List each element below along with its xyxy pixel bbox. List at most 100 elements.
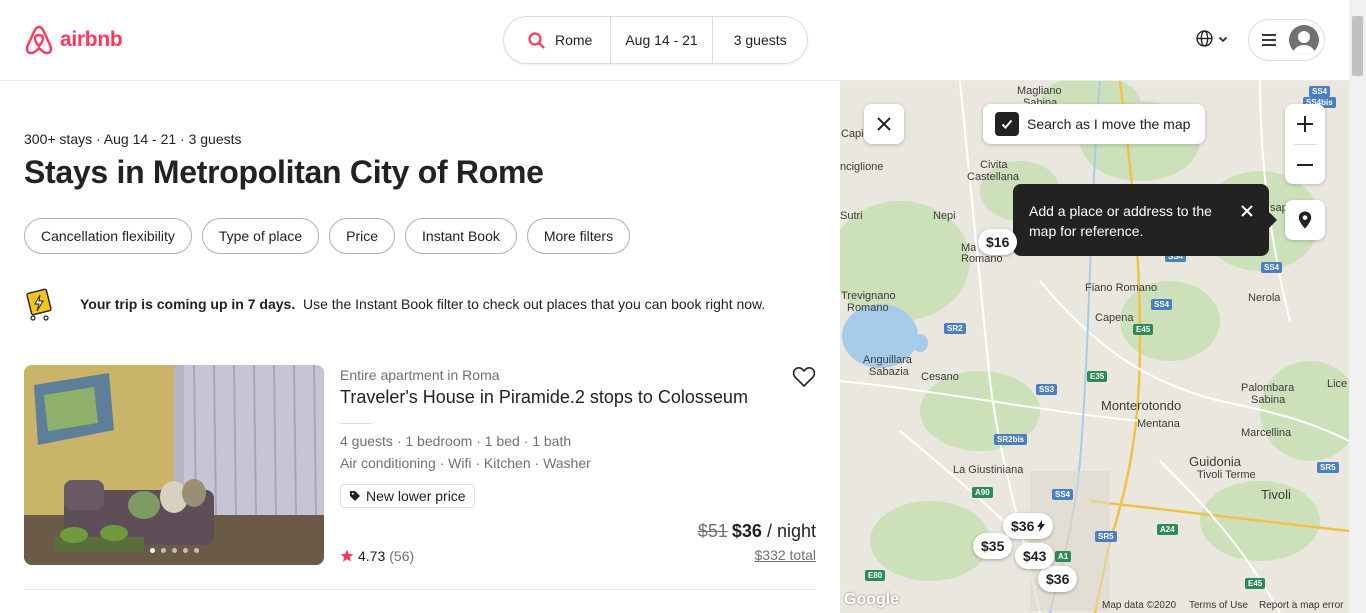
language-button[interactable]	[1196, 30, 1229, 47]
close-icon	[877, 117, 891, 131]
road-badge: SR5	[1317, 462, 1339, 473]
filter-bar: Cancellation flexibility Type of place P…	[24, 218, 640, 254]
listing-card[interactable]: Entire apartment in Roma Traveler's Hous…	[24, 365, 816, 565]
user-menu-button[interactable]	[1248, 19, 1325, 61]
map-price-text: $36	[1046, 571, 1070, 587]
map-panel[interactable]: Magliano Sabina Civita Castellana Capi n…	[840, 81, 1349, 613]
map-pin-icon	[1298, 211, 1312, 229]
map-label: Mentana	[1137, 418, 1180, 430]
road-badge: E35	[1087, 371, 1108, 382]
map-price-pin[interactable]: $43	[1015, 543, 1055, 569]
logo-text: airbnb	[60, 28, 123, 51]
map-data-credit: Map data ©2020	[1102, 600, 1177, 611]
map-price-pin[interactable]: $16	[978, 229, 1018, 255]
add-place-button[interactable]	[1285, 200, 1325, 240]
listing-rating: 4.73 (56)	[340, 548, 414, 564]
map-price-pin[interactable]: $36	[1003, 513, 1054, 539]
search-location[interactable]: Rome	[504, 16, 610, 64]
photo-dot[interactable]	[194, 548, 199, 553]
map-terms-link[interactable]: Terms of Use	[1189, 600, 1248, 611]
avatar-icon	[1289, 25, 1319, 55]
tooltip-close-icon[interactable]	[1241, 202, 1253, 222]
search-location-text: Rome	[555, 32, 593, 48]
road-badge: E45	[1245, 578, 1266, 589]
photo-dot[interactable]	[172, 548, 177, 553]
map-label: Tivoli Terme	[1197, 469, 1256, 481]
map-label: Civita	[980, 159, 1008, 171]
price-tag-badge: New lower price	[340, 484, 475, 508]
map-label: Cesano	[921, 371, 959, 383]
airbnb-logo-icon	[25, 25, 53, 55]
search-dates[interactable]: Aug 14 - 21	[609, 16, 713, 64]
photo-dot[interactable]	[150, 548, 155, 553]
map-label: Nerola	[1248, 292, 1281, 304]
trip-banner: Your trip is coming up in 7 days. Use th…	[24, 286, 816, 322]
zoom-controls	[1285, 104, 1325, 184]
close-map-button[interactable]	[864, 104, 904, 144]
map-report-link[interactable]: Report a map error	[1259, 600, 1343, 611]
page-scrollbar[interactable]	[1349, 0, 1366, 613]
search-as-move-toggle[interactable]: Search as I move the map	[983, 104, 1205, 144]
chevron-down-icon	[1218, 36, 1228, 42]
road-badge: E45	[1133, 324, 1154, 335]
map-label: Capi	[841, 128, 864, 140]
photo-dot[interactable]	[183, 548, 188, 553]
review-count: (56)	[389, 548, 415, 564]
trip-banner-bold: Your trip is coming up in 7 days.	[80, 296, 296, 312]
road-badge: A1	[1055, 551, 1072, 562]
listing-separator	[24, 589, 816, 590]
filter-cancellation[interactable]: Cancellation flexibility	[24, 218, 192, 254]
road-badge: A24	[1157, 524, 1178, 535]
map-label: Guidonia	[1189, 454, 1242, 469]
map-label: Fiano Romano	[1085, 282, 1158, 294]
listing-price: $51 $36 / night	[698, 521, 816, 542]
menu-icon	[1262, 34, 1276, 46]
trip-banner-body: Use the Instant Book filter to check out…	[303, 296, 766, 312]
minus-icon	[1297, 164, 1313, 166]
airbnb-logo[interactable]: airbnb	[24, 24, 123, 56]
listing-details: 4 guests · 1 bedroom · 1 bed · 1 bath	[340, 433, 572, 449]
star-icon	[340, 549, 354, 562]
map-price-text: $16	[986, 234, 1010, 250]
map-label: Trevignano	[841, 290, 896, 302]
listing-divider	[340, 423, 372, 424]
road-badge: SS4	[1261, 262, 1283, 273]
listing-title[interactable]: Traveler's House in Piramide.2 stops to …	[340, 387, 748, 408]
road-badge: SR2bis	[994, 434, 1028, 445]
checkbox-checked-icon[interactable]	[995, 112, 1019, 136]
road-badge: SR2	[944, 323, 966, 334]
map-label: Nepi	[933, 210, 956, 222]
road-badge: SS4	[1151, 299, 1173, 310]
map-price-text: $36	[1011, 518, 1035, 534]
filter-price[interactable]: Price	[329, 218, 396, 254]
per-night: / night	[766, 521, 816, 541]
search-as-move-label: Search as I move the map	[1027, 116, 1191, 132]
map-price-text: $35	[981, 538, 1005, 554]
map-label: Marcellina	[1241, 427, 1292, 439]
total-price-link[interactable]: $332 total	[755, 547, 817, 563]
page-title: Stays in Metropolitan City of Rome	[24, 154, 544, 190]
map-price-pin[interactable]: $36	[1038, 566, 1078, 592]
tooltip-arrow	[1269, 212, 1277, 228]
search-guests[interactable]: 3 guests	[712, 16, 807, 64]
filter-instant-book[interactable]: Instant Book	[405, 218, 517, 254]
instant-book-icon	[26, 288, 52, 321]
search-guests-text: 3 guests	[733, 32, 787, 48]
search-dates-text: Aug 14 - 21	[625, 32, 698, 48]
scroll-thumb[interactable]	[1352, 16, 1363, 76]
listing-photo[interactable]	[24, 365, 324, 565]
photo-dot[interactable]	[161, 548, 166, 553]
header: airbnb Rome Aug 14 - 21 3 guests	[0, 0, 1349, 81]
save-heart-icon[interactable]	[792, 365, 816, 394]
road-badge: SS4	[1052, 489, 1074, 500]
search-bar[interactable]: Rome Aug 14 - 21 3 guests	[503, 16, 808, 64]
map-label: Monterotondo	[1101, 398, 1182, 413]
zoom-in-button[interactable]	[1285, 104, 1325, 144]
map-price-pin[interactable]: $35	[973, 533, 1013, 559]
map-label: nciglione	[840, 161, 884, 173]
zoom-out-button[interactable]	[1285, 145, 1325, 185]
photo-carousel-dots[interactable]	[150, 548, 205, 553]
filter-type-of-place[interactable]: Type of place	[201, 218, 320, 254]
filter-more[interactable]: More filters	[526, 218, 631, 254]
map-price-text: $43	[1023, 548, 1047, 564]
